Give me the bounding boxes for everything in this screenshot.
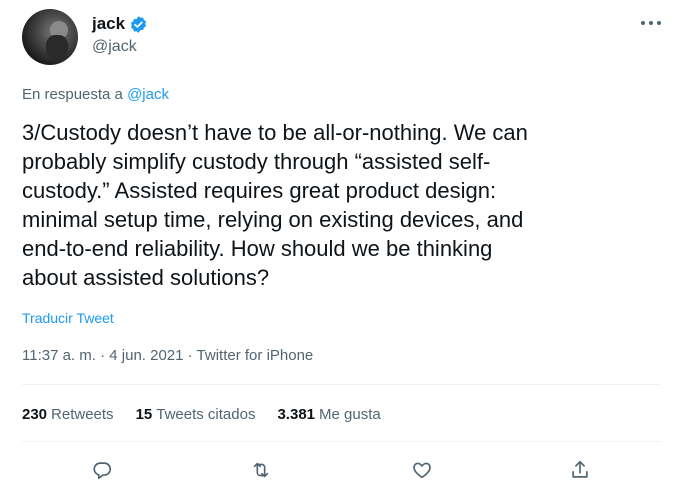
divider: [22, 441, 660, 442]
quotes-label: Tweets citados: [156, 406, 256, 423]
retweet-button[interactable]: [244, 453, 278, 487]
reply-context: En respuesta a @jack: [22, 86, 169, 103]
share-icon: [572, 460, 588, 478]
translate-tweet-link[interactable]: Traducir Tweet: [22, 310, 114, 326]
likes-label: Me gusta: [319, 406, 381, 423]
like-button[interactable]: [405, 453, 439, 487]
tweet-detail: jack @jack En respuesta a @jack 3/Custod…: [0, 0, 681, 501]
avatar-beard: [46, 35, 68, 61]
tweet-timestamp-source[interactable]: 11:37 a. m. · 4 jun. 2021 · Twitter for …: [22, 347, 313, 364]
reply-to-handle-link[interactable]: @jack: [127, 86, 169, 103]
author-name-row: jack: [92, 14, 148, 34]
quote-tweets-stat[interactable]: 15 Tweets citados: [136, 406, 256, 423]
retweets-stat[interactable]: 230 Retweets: [22, 406, 114, 423]
reply-icon: [93, 462, 112, 480]
tweet-actions-bar: [22, 453, 660, 487]
heart-icon: [413, 462, 431, 479]
divider: [22, 384, 660, 385]
likes-stat[interactable]: 3.381 Me gusta: [277, 406, 380, 423]
author-display-name[interactable]: jack: [92, 14, 125, 34]
retweets-label: Retweets: [51, 406, 114, 423]
author-handle[interactable]: @jack: [92, 38, 137, 56]
more-horizontal-icon[interactable]: [640, 14, 662, 32]
avatar[interactable]: [22, 9, 78, 65]
likes-count: 3.381: [277, 406, 316, 423]
tweet-stats: 230 Retweets 15 Tweets citados 3.381 Me gus…: [22, 406, 403, 423]
retweets-count: 230: [22, 406, 48, 423]
share-button[interactable]: [563, 453, 597, 487]
verified-badge-icon: [131, 15, 147, 33]
retweet-icon: [253, 462, 269, 478]
reply-prefix: En respuesta a: [22, 86, 128, 103]
reply-button[interactable]: [85, 453, 119, 487]
quotes-count: 15: [135, 406, 153, 423]
tweet-text: 3/Custody doesn’t have to be all-or-noth…: [22, 120, 528, 290]
